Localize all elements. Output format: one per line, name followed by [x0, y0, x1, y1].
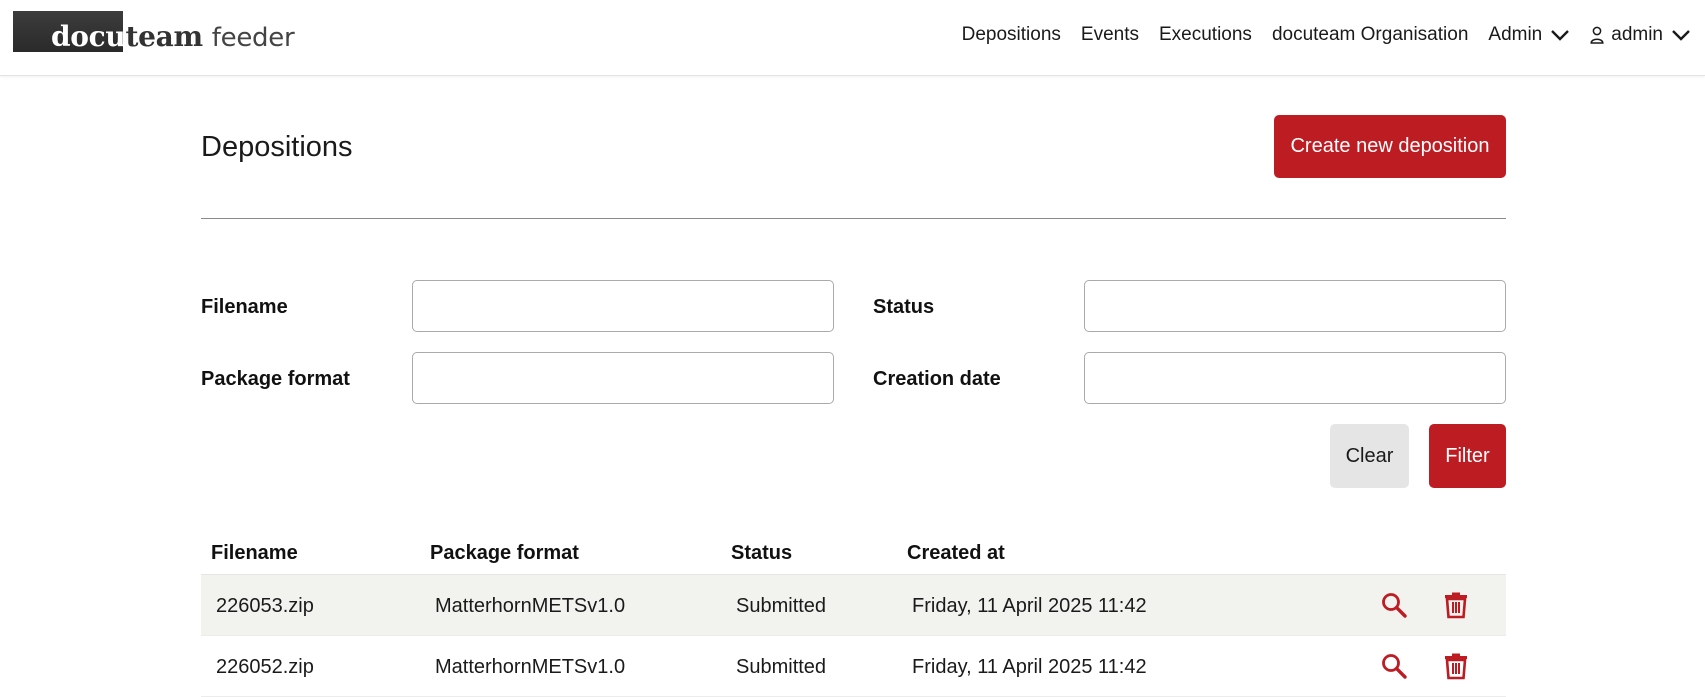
package-format-filter-input[interactable] [412, 352, 834, 404]
brand-logo[interactable]: docuteam feeder [13, 11, 295, 53]
user-menu-label: admin [1611, 24, 1663, 45]
admin-menu-label: Admin [1488, 24, 1543, 45]
user-menu-toggle[interactable]: admin [1590, 24, 1691, 46]
cell-filename: 226052.zip [216, 656, 314, 678]
search-icon[interactable] [1380, 652, 1408, 680]
nav-item-organisation[interactable]: docuteam Organisation [1272, 24, 1468, 46]
cell-package-format: MatterhornMETSv1.0 [435, 595, 626, 617]
clear-button[interactable]: Clear [1330, 424, 1409, 488]
filename-filter-input[interactable] [412, 280, 834, 332]
search-icon[interactable] [1380, 591, 1408, 619]
divider [201, 218, 1506, 219]
creation-date-filter-input[interactable] [1084, 352, 1506, 404]
package-format-filter-label: Package format [201, 368, 350, 390]
user-icon [1590, 26, 1604, 44]
chevron-down-icon [1551, 30, 1570, 41]
column-header-created-at[interactable]: Created at [907, 542, 1005, 565]
create-deposition-button[interactable]: Create new deposition [1274, 115, 1506, 178]
chevron-down-icon [1672, 30, 1690, 41]
status-filter-label: Status [873, 296, 935, 318]
trash-icon[interactable] [1442, 652, 1470, 680]
brand-text: docuteam feeder [51, 19, 295, 53]
column-header-package-format[interactable]: Package format [430, 542, 579, 565]
cell-created-at: Friday, 11 April 2025 11:42 [912, 656, 1147, 678]
creation-date-filter-label: Creation date [873, 368, 1001, 390]
table-row: 226052.zip MatterhornMETSv1.0 Submitted … [201, 636, 1506, 697]
nav-links: Depositions Events Executions docuteam O… [962, 0, 1691, 70]
status-filter-input[interactable] [1084, 280, 1506, 332]
admin-menu-toggle[interactable]: Admin [1488, 24, 1570, 46]
top-navbar: docuteam feeder Depositions Events Execut… [0, 0, 1705, 76]
cell-filename: 226053.zip [216, 595, 314, 617]
column-header-filename[interactable]: Filename [211, 542, 298, 565]
nav-item-executions[interactable]: Executions [1159, 24, 1252, 46]
trash-icon[interactable] [1442, 591, 1470, 619]
cell-status: Submitted [736, 656, 827, 678]
page-title: Depositions [201, 131, 353, 163]
filename-filter-label: Filename [201, 296, 288, 318]
table-header: Filename Package format Status Created a… [201, 533, 1506, 575]
filter-button[interactable]: Filter [1429, 424, 1506, 488]
table-row: 226053.zip MatterhornMETSv1.0 Submitted … [201, 575, 1506, 636]
column-header-status[interactable]: Status [731, 542, 792, 565]
cell-status: Submitted [736, 595, 827, 617]
depositions-table: Filename Package format Status Created a… [201, 533, 1506, 697]
cell-created-at: Friday, 11 April 2025 11:42 [912, 595, 1147, 617]
nav-item-depositions[interactable]: Depositions [962, 24, 1061, 46]
cell-package-format: MatterhornMETSv1.0 [435, 656, 626, 678]
nav-item-events[interactable]: Events [1081, 24, 1139, 46]
